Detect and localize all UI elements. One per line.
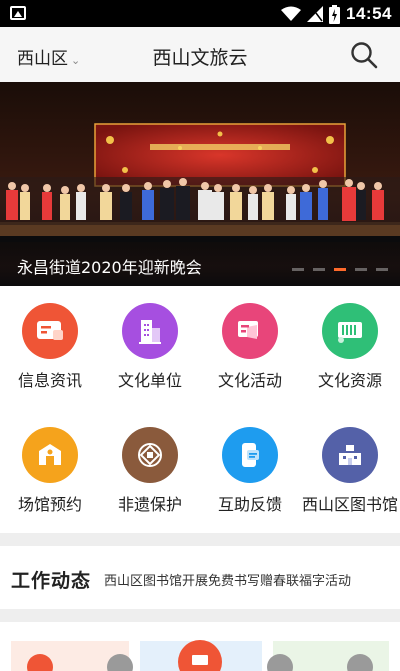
- status-bar: 14:54: [0, 0, 400, 27]
- carousel-indicator: [292, 268, 388, 271]
- category-label: 文化单位: [117, 371, 182, 390]
- category-venue-booking[interactable]: 场馆预约: [0, 427, 100, 515]
- carousel-dot: [313, 268, 325, 271]
- venue-icon: [22, 427, 78, 483]
- section-heading: 工作动态: [11, 570, 92, 592]
- resource-icon: [322, 303, 378, 359]
- category-label: 文化活动: [217, 371, 282, 390]
- category-culture-resources[interactable]: 文化资源: [300, 303, 400, 391]
- activity-icon: [222, 303, 278, 359]
- news-icon: [22, 303, 78, 359]
- banner-caption: 永昌街道2020年迎新晚会: [17, 258, 202, 277]
- category-label: 文化资源: [317, 371, 382, 390]
- search-icon[interactable]: [350, 41, 378, 69]
- battery-icon: [329, 4, 341, 24]
- category-heritage-protection[interactable]: 非遗保护: [100, 427, 200, 515]
- category-grid: 信息资讯 文化单位 文化活动 文化资源 场馆预约 非遗保护 互助反馈 西山区图书…: [0, 286, 400, 532]
- category-label: 互助反馈: [217, 495, 282, 514]
- feedback-icon: [222, 427, 278, 483]
- section-divider: [0, 609, 400, 622]
- news-ticker-item[interactable]: 西山区图书馆开展免费书写赠春联福字活动: [104, 570, 351, 589]
- bottom-cards-partial: [11, 640, 389, 671]
- wifi-icon: [281, 6, 302, 21]
- category-xishan-library[interactable]: 西山区图书馆: [300, 427, 400, 515]
- signal-icon: [307, 6, 324, 22]
- carousel-dot: [355, 268, 367, 271]
- carousel-dot-active: [334, 268, 346, 271]
- category-mutual-feedback[interactable]: 互助反馈: [200, 427, 300, 515]
- carousel-dot: [292, 268, 304, 271]
- category-label: 西山区图书馆: [301, 495, 398, 514]
- bottom-section-partial: [0, 622, 400, 671]
- work-news-section: 工作动态 西山区图书馆开展免费书写赠春联福字活动: [0, 546, 400, 609]
- app-title: 西山文旅云: [152, 47, 248, 69]
- heritage-icon: [122, 427, 178, 483]
- library-icon: [322, 427, 378, 483]
- carousel-dot: [376, 268, 388, 271]
- image-notification-icon: [10, 6, 26, 20]
- category-label: 场馆预约: [17, 495, 82, 514]
- category-news[interactable]: 信息资讯: [0, 303, 100, 391]
- category-label: 非遗保护: [117, 495, 182, 514]
- category-culture-units[interactable]: 文化单位: [100, 303, 200, 391]
- banner-carousel[interactable]: 永昌街道2020年迎新晚会: [0, 82, 400, 286]
- building-icon: [122, 303, 178, 359]
- section-divider: [0, 533, 400, 546]
- top-nav-bar: 西山区 ⌄ 西山文旅云: [0, 27, 400, 82]
- category-label: 信息资讯: [17, 371, 82, 390]
- clock: 14:54: [346, 4, 392, 23]
- category-culture-activities[interactable]: 文化活动: [200, 303, 300, 391]
